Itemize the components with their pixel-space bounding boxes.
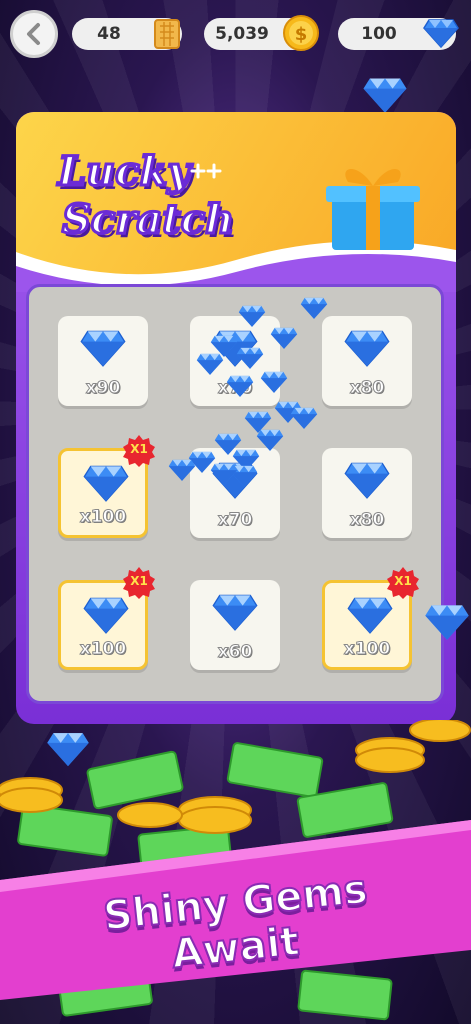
multiplier-badge: X1 [122, 566, 156, 600]
diamond-icon [212, 594, 258, 631]
diamond-icon [300, 297, 328, 319]
back-button[interactable] [10, 10, 58, 58]
multiplier-text: X1 [130, 574, 148, 588]
tickets-counter: 48 [72, 18, 182, 50]
coins-counter: 5,039 $ [204, 15, 319, 51]
prize-amount: x100 [79, 639, 127, 660]
multiplier-badge: X1 [386, 566, 420, 600]
diamond-icon [347, 597, 393, 634]
diamond-icon [290, 407, 318, 429]
title-line-2: Scratch [60, 195, 235, 245]
diamond-icon [83, 465, 129, 502]
diamond-icon [256, 429, 284, 451]
prize-cell[interactable]: x60 [190, 580, 280, 670]
multiplier-badge: X1 [122, 434, 156, 468]
dollar-coin-icon: $ [280, 12, 322, 54]
sparkle-icon [190, 163, 222, 179]
diamond-icon [344, 330, 390, 367]
diamond-icon [238, 305, 266, 327]
gems-counter: 100 [338, 18, 459, 50]
multiplier-text: X1 [130, 442, 148, 456]
tickets-value: 48 [97, 24, 121, 44]
prize-amount: x80 [349, 378, 385, 399]
diamond-icon [260, 371, 288, 393]
gems-value: 100 [361, 24, 397, 44]
diamond-icon [226, 375, 254, 397]
chevron-left-icon [27, 23, 40, 45]
diamond-icon [236, 347, 264, 369]
prize-amount: x100 [343, 639, 391, 660]
diamond-icon [80, 330, 126, 367]
gift-box-icon [326, 169, 420, 250]
diamond-icon [83, 597, 129, 634]
diamond-icon [270, 327, 298, 349]
prize-cell[interactable]: x80 [322, 448, 412, 538]
title-line-1: Lucky [57, 147, 193, 197]
diamond-icon [420, 12, 462, 54]
prize-amount: x80 [349, 510, 385, 531]
diamond-icon [168, 459, 196, 481]
prize-amount: x70 [217, 510, 253, 531]
diamond-icon [210, 463, 238, 485]
prize-amount: x100 [79, 507, 127, 528]
diamond-icon [344, 462, 390, 499]
multiplier-text: X1 [394, 574, 412, 588]
diamond-icon [363, 78, 407, 113]
prize-cell[interactable]: x90 [58, 316, 148, 406]
prize-cell[interactable]: x80 [322, 316, 412, 406]
diamond-icon [196, 353, 224, 375]
prize-amount: x60 [217, 642, 253, 663]
prize-amount: x90 [85, 378, 121, 399]
diamond-icon [425, 605, 469, 640]
coins-value: 5,039 [215, 24, 269, 44]
ticket-icon [146, 12, 188, 54]
svg-text:$: $ [295, 24, 308, 45]
